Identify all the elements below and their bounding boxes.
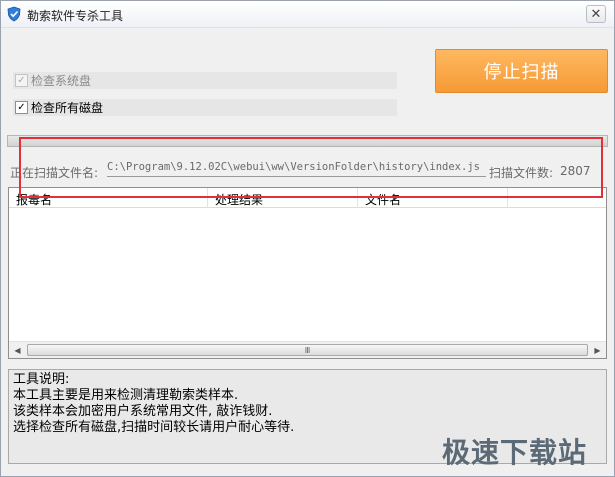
check-all-disks-label[interactable]: 检查所有磁盘 (31, 99, 103, 116)
scroll-thumb[interactable]: Ⅲ (27, 344, 588, 356)
check-system-disk-row: ✓ 检查系统盘 (13, 72, 397, 89)
annotation-highlight (19, 137, 603, 198)
grip-icon: Ⅲ (304, 345, 311, 355)
scroll-right-icon[interactable]: ▶ (589, 342, 606, 358)
description-line: 该类样本会加密用户系统常用文件, 敲诈钱财. (13, 404, 273, 419)
results-list[interactable]: 报毒名 处理结果 文件名 ◀ Ⅲ ▶ (8, 187, 607, 359)
shield-icon (6, 6, 22, 22)
close-icon: ✕ (590, 6, 602, 22)
watermark-logo: 极速下载站 (442, 436, 588, 469)
window-title: 勒索软件专杀工具 (27, 9, 124, 23)
close-button[interactable]: ✕ (586, 5, 606, 23)
description-line: 工具说明: (13, 372, 70, 387)
check-all-disks-checkbox[interactable]: ✓ (15, 101, 28, 114)
description-line: 本工具主要是用来检测清理勒索类样本. (13, 388, 239, 403)
check-all-disks-row[interactable]: ✓ 检查所有磁盘 (13, 99, 397, 116)
check-system-disk-label: 检查系统盘 (31, 74, 92, 88)
check-system-disk-checkbox: ✓ (15, 74, 28, 87)
horizontal-scrollbar[interactable]: ◀ Ⅲ ▶ (9, 341, 606, 358)
scroll-left-icon[interactable]: ◀ (9, 342, 26, 358)
app-window: 勒索软件专杀工具 ✕ ✓ 检查系统盘 ✓ 检查所有磁盘 停止扫描 正在扫描文件名… (0, 0, 615, 477)
title-bar: 勒索软件专杀工具 ✕ (1, 1, 614, 28)
stop-scan-button[interactable]: 停止扫描 (435, 49, 608, 93)
